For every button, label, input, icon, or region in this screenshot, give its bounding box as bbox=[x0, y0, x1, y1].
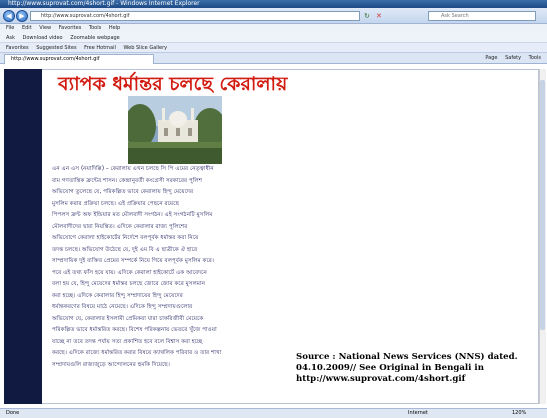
menu-bar: File Edit View Favorites Tools Help bbox=[0, 24, 547, 33]
article-line: পরিকল্পিত ভাবে ধর্মান্তরিত করছে। বিশেষ প… bbox=[52, 327, 217, 333]
address-input[interactable]: http://www.suprovat.com/4short.gif bbox=[30, 11, 360, 21]
favorites-button[interactable]: Favorites bbox=[6, 43, 29, 52]
window-title-bar: http://www.suprovat.com/4short.gif - Win… bbox=[0, 0, 547, 8]
ask-button[interactable]: Ask bbox=[6, 33, 15, 42]
source-line: 04.10.2009// See Original in Bengali in bbox=[296, 363, 484, 373]
mosque-photo bbox=[128, 96, 222, 164]
menu-file[interactable]: File bbox=[6, 24, 14, 33]
article-line: অভিযোগ তুলেছে যে, পরিকল্পিত ভাবে কেরালায… bbox=[52, 189, 194, 195]
tab-label: http://www.suprovat.com/4short.gif bbox=[11, 56, 100, 62]
security-zone: Internet bbox=[408, 410, 428, 416]
status-bar: Done Internet 120% bbox=[0, 408, 547, 418]
menu-tools[interactable]: Tools bbox=[89, 24, 101, 33]
zoom-level[interactable]: 120% bbox=[512, 409, 526, 418]
article-headline: ব্যাপক ধর্মান্তর চলছে কেরালায় bbox=[58, 73, 288, 95]
address-url: http://www.suprovat.com/4short.gif bbox=[41, 13, 130, 19]
zoomable-webpage-button[interactable]: Zoomable webpage bbox=[70, 33, 120, 42]
article-line: ধর্মান্তকরণের বিষয়ে মাঠে নেমেছে। এদিকে … bbox=[52, 304, 193, 310]
left-dark-band bbox=[4, 69, 42, 404]
article-line: সাম্প্রদায়িক দুই ব্যক্তির প্রেমের সম্পর… bbox=[52, 258, 214, 264]
forward-arrow-icon[interactable]: ▶ bbox=[16, 10, 28, 22]
search-input[interactable]: Ask Search bbox=[428, 11, 536, 21]
article-line: সম্প্রদায়গুলি রাজ্যজুড়ে আন্দোলনের হুমক… bbox=[52, 361, 170, 368]
menu-edit[interactable]: Edit bbox=[22, 24, 32, 33]
download-video-button[interactable]: Download video bbox=[23, 33, 63, 42]
page-menu[interactable]: Page bbox=[485, 55, 497, 61]
address-toolbar: ◀ ▶ http://www.suprovat.com/4short.gif ↻… bbox=[0, 8, 547, 24]
safety-menu[interactable]: Safety bbox=[505, 55, 521, 61]
scrollbar-thumb[interactable] bbox=[540, 80, 545, 330]
article-body: এন এন এস (নয়াদিল্লি) – কেরালায় এখন চলছ… bbox=[52, 164, 324, 396]
article-line: অভিযোগে কেরালা হাইকোর্টের নির্দেশে বলপূর… bbox=[52, 235, 199, 241]
article-line: বাম গণতান্ত্রিক ফ্রন্টের শাসন। কেন্দ্রান… bbox=[52, 177, 202, 184]
tools-menu[interactable]: Tools bbox=[529, 55, 541, 61]
article-line: যাচ্ছে না তবে তদন্ত পর্যায় সত্য প্রকাশি… bbox=[52, 338, 203, 345]
window-title: http://www.suprovat.com/4short.gif - Win… bbox=[8, 0, 200, 7]
free-hotmail-link[interactable]: Free Hotmail bbox=[84, 43, 116, 52]
tab-bar: http://www.suprovat.com/4short.gif Page … bbox=[0, 53, 547, 64]
article-line: এন এন এস (নয়াদিল্লি) – কেরালায় এখন চলছ… bbox=[52, 166, 214, 172]
suggested-sites-link[interactable]: Suggested Sites bbox=[36, 43, 76, 52]
web-slice-gallery-link[interactable]: Web Slice Gallery bbox=[123, 43, 167, 52]
back-arrow-icon[interactable]: ◀ bbox=[3, 10, 15, 22]
menu-help[interactable]: Help bbox=[109, 24, 120, 33]
article-line: করছে। এদিকে রাজ্যে ধর্মান্তরিত করার বিষয… bbox=[52, 350, 222, 356]
status-text: Done bbox=[6, 410, 20, 416]
article-line: তদন্ত চলছে। অভিযোগ উঠেছে যে, দুই এম বি এ… bbox=[52, 246, 198, 253]
tab-current[interactable]: http://www.suprovat.com/4short.gif bbox=[4, 54, 154, 64]
search-placeholder: Ask Search bbox=[441, 13, 469, 19]
source-line: http://www.suprovat.com/4short.gif bbox=[296, 374, 466, 384]
favorites-bar: Favorites Suggested Sites Free Hotmail W… bbox=[0, 43, 547, 53]
command-bar: Page Safety Tools bbox=[479, 53, 541, 64]
source-line: Source : National News Services (NNS) da… bbox=[296, 352, 518, 362]
article-line: অভিযোগ যে, কেরালার ইসলামী প্রেমিকরা যারা… bbox=[52, 315, 204, 322]
article-line: করা হচ্ছে। এদিকে কেরালার হিন্দু সম্প্রদা… bbox=[52, 292, 183, 299]
article-line: মুসলিম করার প্রক্রিয়া চলছে। এই প্রক্রিয… bbox=[52, 200, 180, 207]
menu-favorites[interactable]: Favorites bbox=[59, 24, 82, 33]
stop-icon[interactable]: ✕ bbox=[376, 11, 386, 21]
article-line: পিপলস ফ্রন্ট অফ ইন্ডিয়ার মত মৌলবাদী সংগ… bbox=[52, 212, 213, 218]
source-note: Source : National News Services (NNS) da… bbox=[296, 352, 534, 385]
article-line: বলা হয় যে, হিন্দু মেয়েদের ধর্মান্তর চল… bbox=[52, 281, 206, 287]
article-line: মৌলবাদীদের দ্বারা নিয়ন্ত্রিত। এদিকে কের… bbox=[52, 223, 188, 230]
refresh-icon[interactable]: ↻ bbox=[364, 11, 374, 21]
addon-toolbar: Ask Download video Zoomable webpage bbox=[0, 33, 547, 43]
article-line: পরে এই তথ্য ফাঁস হয়ে যায়। এদিকে কেরালা… bbox=[52, 269, 207, 276]
menu-view[interactable]: View bbox=[39, 24, 51, 33]
